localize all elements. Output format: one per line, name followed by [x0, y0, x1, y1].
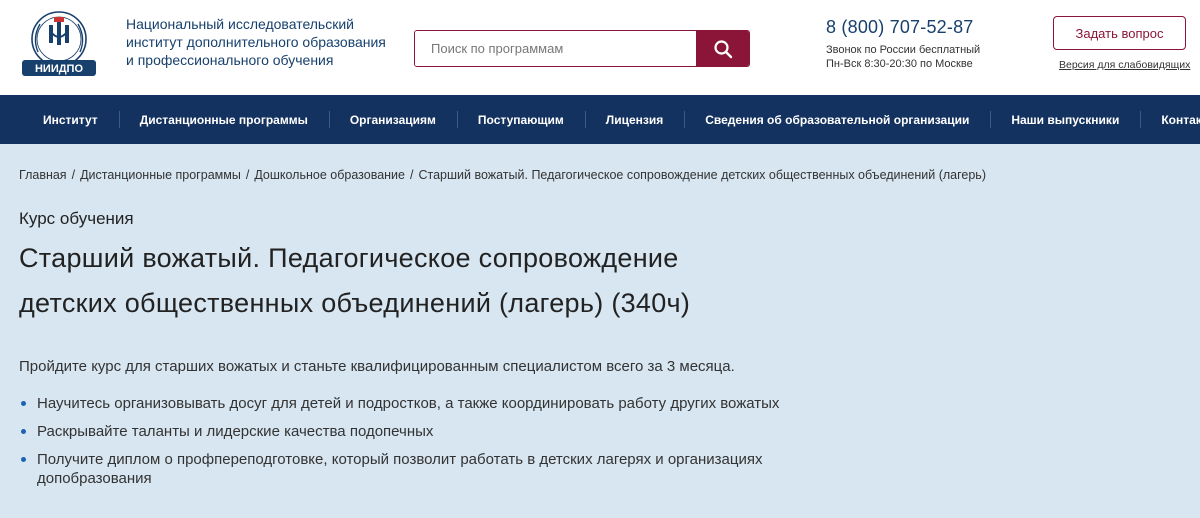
breadcrumb: Главная / Дистанционные программы / Дошкольн… — [19, 168, 986, 182]
breadcrumb-current: Старший вожатый. Педагогическое сопровож… — [418, 168, 986, 182]
nav-item-institute[interactable]: Институт — [0, 95, 119, 144]
breadcrumb-separator: / — [71, 168, 76, 182]
phone-note: Звонок по России бесплатный Пн-Вск 8:30-… — [826, 43, 980, 71]
nav-item-license[interactable]: Лицензия — [584, 95, 684, 144]
search-icon — [713, 39, 732, 58]
breadcrumb-separator: / — [409, 168, 414, 182]
org-name[interactable]: Национальный исследовательский институт … — [126, 15, 386, 69]
list-item: Получите диплом о профпереподготовке, ко… — [19, 450, 839, 488]
org-name-line-2: институт дополнительного образования — [126, 34, 386, 50]
nav-item-organizations[interactable]: Организациям — [328, 95, 457, 144]
breadcrumb-preschool[interactable]: Дошкольное образование — [254, 168, 405, 182]
logo-text: НИИДПО — [35, 63, 83, 75]
org-name-line-3: и профессионального обучения — [126, 52, 334, 68]
impaired-version-link[interactable]: Версия для слабовидящих — [1059, 59, 1190, 71]
main-nav: Институт Дистанционные программы Организ… — [0, 95, 1200, 144]
list-item: Раскрывайте таланты и лидерские качества… — [19, 422, 839, 441]
search-button[interactable] — [696, 31, 749, 66]
course-benefits-list: Научитесь организовывать досуг для детей… — [19, 394, 839, 497]
page-title-line-1: Старший вожатый. Педагогическое сопровож… — [19, 243, 679, 273]
course-intro: Пройдите курс для старших вожатых и стан… — [19, 358, 735, 375]
course-label: Курс обучения — [19, 209, 134, 228]
search-input[interactable] — [415, 31, 696, 66]
institute-logo-icon[interactable]: НИИДПО — [18, 8, 100, 80]
nav-item-distance-programs[interactable]: Дистанционные программы — [118, 95, 329, 144]
nav-item-organization-info[interactable]: Сведения об образовательной организации — [684, 95, 990, 144]
ask-question-button[interactable]: Задать вопрос — [1053, 16, 1186, 50]
nav-item-graduates[interactable]: Наши выпускники — [990, 95, 1140, 144]
org-name-line-1: Национальный исследовательский — [126, 16, 354, 32]
site-header: НИИДПО Национальный исследовательский ин… — [0, 0, 1200, 95]
page-title-line-2: детских общественных объединений (лагерь… — [19, 288, 691, 318]
nav-item-applicants[interactable]: Поступающим — [456, 95, 585, 144]
course-content: Главная / Дистанционные программы / Дошкольн… — [0, 144, 1200, 518]
breadcrumb-distance-programs[interactable]: Дистанционные программы — [80, 168, 241, 182]
phone-note-line-2: Пн-Вск 8:30-20:30 по Москве — [826, 58, 973, 70]
nav-item-contacts[interactable]: Контакты — [1140, 95, 1200, 144]
phone-note-line-1: Звонок по России бесплатный — [826, 44, 981, 56]
page-title: Старший вожатый. Педагогическое сопровож… — [19, 236, 919, 326]
search-bar — [414, 30, 750, 67]
list-item: Научитесь организовывать досуг для детей… — [19, 394, 839, 413]
phone-number[interactable]: 8 (800) 707-52-87 — [826, 17, 974, 38]
breadcrumb-separator: / — [245, 168, 250, 182]
breadcrumb-home[interactable]: Главная — [19, 168, 67, 182]
